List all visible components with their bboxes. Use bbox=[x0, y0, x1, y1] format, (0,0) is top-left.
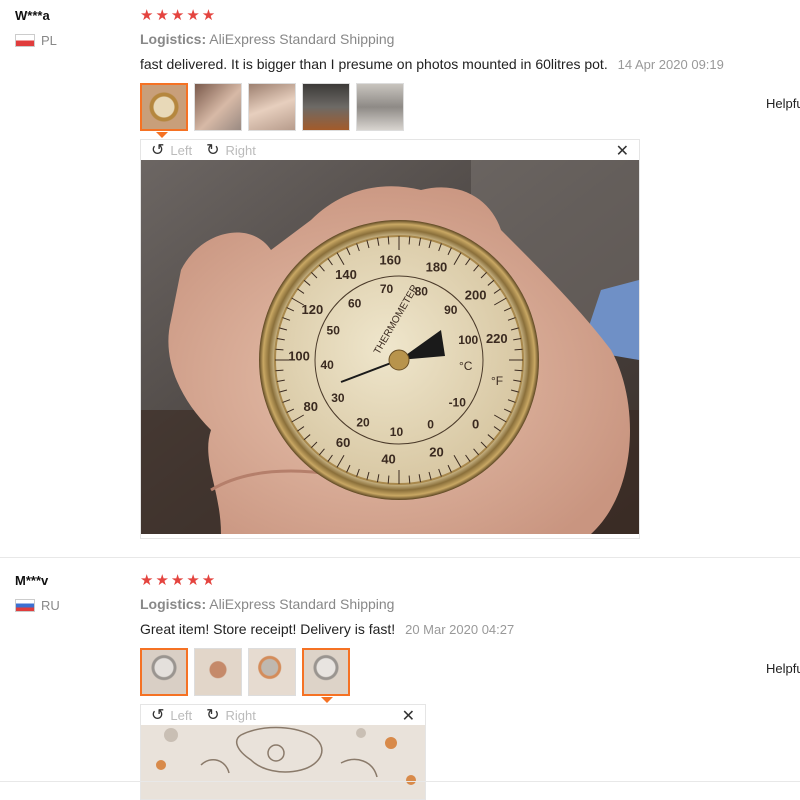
close-icon[interactable]: ✕ bbox=[402, 706, 415, 726]
review-date: 20 Mar 2020 04:27 bbox=[405, 622, 515, 637]
rotate-left-icon: ↺ bbox=[151, 707, 165, 724]
country-code: PL bbox=[41, 33, 57, 48]
dial-outer-label: 20 bbox=[429, 445, 443, 460]
comment-text: fast delivered. It is bigger than I pres… bbox=[140, 56, 608, 72]
dial-outer-label: 140 bbox=[335, 267, 357, 282]
dial-inner-label: 10 bbox=[390, 425, 404, 439]
photo-thumbnails bbox=[140, 83, 404, 131]
dial-inner-label: 70 bbox=[380, 282, 394, 296]
dial-inner-label: 0 bbox=[427, 418, 434, 432]
dial-inner-label: 100 bbox=[458, 333, 478, 347]
photo-thumbnail-5[interactable] bbox=[356, 83, 404, 131]
dial-inner-label: 50 bbox=[327, 324, 341, 338]
page-bottom-divider bbox=[0, 781, 800, 782]
dial-tick bbox=[387, 475, 390, 484]
flag-ru-icon bbox=[15, 599, 35, 612]
dial-tick bbox=[275, 348, 284, 351]
dial-outer-label: 200 bbox=[465, 288, 487, 303]
rotate-right-button[interactable]: ↻ Right bbox=[206, 140, 256, 160]
review-photo[interactable]: 160 180200220140120100806040 200 70 8090100… bbox=[141, 160, 639, 534]
photo-thumbnail-2[interactable] bbox=[194, 83, 242, 131]
logistics-value: AliExpress Standard Shipping bbox=[209, 596, 395, 612]
rotate-right-label: Right bbox=[225, 142, 256, 158]
rotate-left-icon: ↺ bbox=[151, 142, 165, 159]
photo-thumbnails bbox=[140, 648, 350, 696]
dial-inner-label: 90 bbox=[444, 303, 458, 317]
photo-thumbnail-1[interactable] bbox=[140, 83, 188, 131]
review-photo[interactable] bbox=[141, 725, 425, 799]
helpful-button[interactable]: Helpful bbox=[766, 661, 800, 676]
logistics-label: Logistics: bbox=[140, 596, 207, 612]
logistics-value: AliExpress Standard Shipping bbox=[209, 31, 395, 47]
photo-thumbnail-1[interactable] bbox=[140, 648, 188, 696]
dial-tick bbox=[408, 236, 411, 245]
dial-inner-label: 30 bbox=[331, 391, 345, 405]
review-comment: Great item! Store receipt! Delivery is f… bbox=[140, 621, 514, 637]
flag-pl-icon bbox=[15, 34, 35, 47]
country-code: RU bbox=[41, 598, 60, 613]
dial-inner-label: 40 bbox=[320, 358, 334, 372]
thermometer-unit-c: °C bbox=[459, 359, 473, 373]
logistics-info: Logistics: AliExpress Standard Shipping bbox=[140, 31, 394, 47]
photo-thumbnail-3[interactable] bbox=[248, 83, 296, 131]
thermometer-unit-f: °F bbox=[491, 374, 503, 388]
dial-tick bbox=[514, 348, 523, 351]
viewer-toolbar: ↺ Left ↻ Right ✕ bbox=[141, 140, 639, 160]
photo-thumbnail-2[interactable] bbox=[194, 648, 242, 696]
logistics-label: Logistics: bbox=[140, 31, 207, 47]
rotate-left-label: Left bbox=[170, 707, 193, 723]
dial-outer-label: 0 bbox=[472, 416, 479, 431]
rotate-left-button[interactable]: ↺ Left bbox=[151, 140, 192, 160]
dial-outer-label: 80 bbox=[303, 399, 317, 414]
reviewer-name: W***a bbox=[15, 8, 50, 23]
dial-outer-label: 60 bbox=[336, 435, 350, 450]
close-icon[interactable]: ✕ bbox=[616, 141, 629, 161]
dial-inner-label: 60 bbox=[348, 296, 362, 310]
dial-inner-label: -10 bbox=[449, 395, 467, 409]
dial-outer-label: 100 bbox=[288, 349, 310, 364]
review-comment: fast delivered. It is bigger than I pres… bbox=[140, 56, 724, 72]
dial-tick bbox=[275, 369, 284, 372]
rotate-left-label: Left bbox=[170, 142, 193, 158]
rotate-left-button[interactable]: ↺ Left bbox=[151, 705, 192, 725]
rotate-right-button[interactable]: ↻ Right bbox=[206, 705, 256, 725]
dial-outer-label: 180 bbox=[426, 259, 448, 274]
rotate-right-label: Right bbox=[225, 707, 256, 723]
review-date: 14 Apr 2020 09:19 bbox=[617, 57, 724, 72]
helpful-button[interactable]: Helpful bbox=[766, 96, 800, 111]
rating-stars: ★★★★★ bbox=[140, 7, 218, 24]
photo-thumbnail-4[interactable] bbox=[302, 83, 350, 131]
dial-tick bbox=[408, 475, 411, 484]
dial-tick bbox=[514, 369, 523, 372]
dial-outer-label: 120 bbox=[302, 302, 324, 317]
dial-outer-label: 220 bbox=[486, 331, 508, 346]
photo-thumbnail-4[interactable] bbox=[302, 648, 350, 696]
dial-tick bbox=[387, 236, 390, 245]
active-thumb-caret bbox=[156, 132, 168, 138]
dial-inner-label: 20 bbox=[356, 415, 370, 429]
active-thumb-caret bbox=[321, 697, 333, 703]
rating-stars: ★★★★★ bbox=[140, 572, 218, 589]
viewer-toolbar: ↺ Left ↻ Right ✕ bbox=[141, 705, 425, 725]
comment-text: Great item! Store receipt! Delivery is f… bbox=[140, 621, 396, 637]
rotate-right-icon: ↻ bbox=[206, 142, 220, 159]
review-divider bbox=[0, 557, 800, 558]
dial-outer-label: 40 bbox=[381, 451, 395, 466]
photo-thumbnail-3[interactable] bbox=[248, 648, 296, 696]
rotate-right-icon: ↻ bbox=[206, 707, 220, 724]
reviewer-country: RU bbox=[15, 598, 60, 613]
reviewer-name: M***v bbox=[15, 573, 49, 588]
photo-viewer: ↺ Left ↻ Right ✕ bbox=[140, 704, 426, 800]
photo-viewer: ↺ Left ↻ Right ✕ bbox=[140, 139, 640, 539]
reviewer-country: PL bbox=[15, 33, 57, 48]
dial-outer-label: 160 bbox=[379, 252, 401, 267]
logistics-info: Logistics: AliExpress Standard Shipping bbox=[140, 596, 394, 612]
